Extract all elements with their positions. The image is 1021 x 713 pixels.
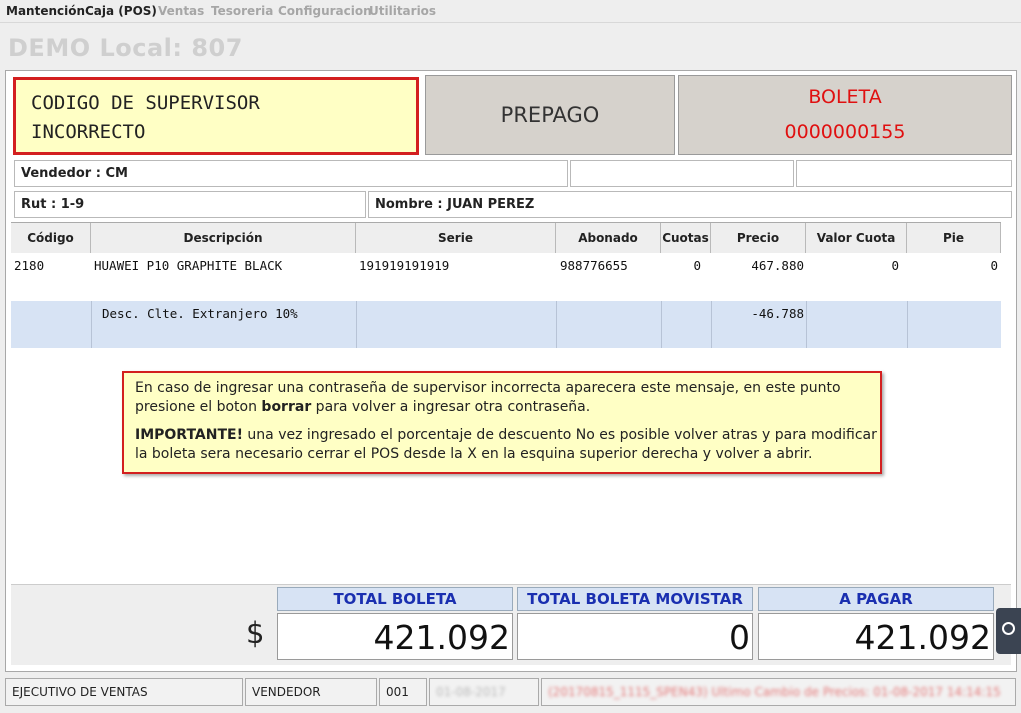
total-boleta-value: 421.092	[277, 613, 513, 660]
error-message-box: CODIGO DE SUPERVISOR INCORRECTO	[13, 77, 419, 155]
cell-pie: 0	[990, 258, 998, 273]
table-row[interactable]: Desc. Clte. Extranjero 10% -46.788	[11, 301, 1001, 348]
rut-field: Rut : 1-9	[14, 191, 366, 218]
cell-cuotas: 0	[693, 258, 701, 273]
cell-descripcion: Desc. Clte. Extranjero 10%	[92, 301, 357, 348]
boleta-label: BOLETA	[808, 86, 882, 108]
prepago-panel[interactable]: PREPAGO	[425, 75, 675, 155]
cell-abonado	[557, 301, 662, 348]
empty-field-2	[796, 160, 1012, 187]
error-line-1: CODIGO DE SUPERVISOR	[31, 92, 260, 114]
cell-abonado: 988776655	[560, 258, 628, 273]
menu-mantencion[interactable]: Mantención	[6, 4, 85, 18]
window-title: DEMO Local: 807	[8, 34, 243, 62]
currency-symbol: $	[246, 616, 265, 650]
menu-bar: Mantención Caja (POS) Ventas Tesoreria C…	[0, 0, 1021, 23]
instruction-note: En caso de ingresar una contraseña de su…	[122, 371, 882, 474]
menu-caja-pos[interactable]: Caja (POS)	[85, 4, 157, 18]
cell-precio: -46.788	[712, 301, 807, 348]
status-ejecutivo: EJECUTIVO DE VENTAS	[5, 678, 243, 706]
error-line-2: INCORRECTO	[31, 121, 146, 143]
cell-serie	[357, 301, 557, 348]
note-text: para volver a ingresar otra contraseña.	[311, 399, 591, 415]
cell-valor-cuota	[807, 301, 908, 348]
table-row[interactable]: 2180 HUAWEI P10 GRAPHITE BLACK 191919191…	[11, 253, 1001, 298]
boleta-number: 0000000155	[784, 121, 906, 143]
status-message: (20170815_1115_SPEN43) Ultimo Cambio de …	[541, 678, 1016, 706]
menu-utilitarios[interactable]: Utilitarios	[369, 4, 436, 18]
menu-ventas[interactable]: Ventas	[158, 4, 204, 18]
status-message-text: (20170815_1115_SPEN43) Ultimo Cambio de …	[548, 685, 1001, 699]
status-date-text: 01-08-2017	[436, 685, 506, 699]
cell-cuotas	[662, 301, 712, 348]
empty-field-1	[570, 160, 794, 187]
cell-serie: 191919191919	[359, 258, 450, 273]
prepago-label: PREPAGO	[500, 103, 600, 127]
total-movistar-value: 0	[517, 613, 753, 660]
note-paragraph-1: En caso de ingresar una contraseña de su…	[135, 379, 880, 417]
col-abonado[interactable]: Abonado	[556, 223, 661, 253]
cell-valor-cuota: 0	[891, 258, 899, 273]
menu-configuracion[interactable]: Configuracion	[278, 4, 372, 18]
note-paragraph-2: IMPORTANTE! una vez ingresado el porcent…	[135, 426, 880, 464]
col-pie[interactable]: Pie	[907, 223, 1001, 253]
col-valor-cuota[interactable]: Valor Cuota	[806, 223, 907, 253]
menu-tesoreria[interactable]: Tesoreria	[211, 4, 273, 18]
note-borrar-bold: borrar	[261, 399, 312, 415]
total-boleta-label: TOTAL BOLETA	[277, 587, 513, 611]
vendedor-field: Vendedor : CM	[14, 160, 568, 187]
col-descripcion[interactable]: Descripción	[91, 223, 356, 253]
cell-codigo: 2180	[14, 258, 45, 273]
cell-precio: 467.880	[751, 258, 804, 273]
status-date: 01-08-2017	[429, 678, 539, 706]
cell-descripcion: HUAWEI P10 GRAPHITE BLACK	[94, 258, 283, 273]
col-codigo[interactable]: Código	[11, 223, 91, 253]
note-importante-bold: IMPORTANTE!	[135, 427, 243, 443]
a-pagar-label: A PAGAR	[758, 587, 994, 611]
status-code: 001	[379, 678, 427, 706]
boleta-panel: BOLETA 0000000155	[678, 75, 1012, 155]
note-text: una vez ingresado el porcentaje de descu…	[135, 427, 877, 462]
table-header: Código Descripción Serie Abonado Cuotas …	[11, 222, 1001, 254]
a-pagar-value: 421.092	[758, 613, 994, 660]
nombre-field: Nombre : JUAN PEREZ	[368, 191, 1012, 218]
col-precio[interactable]: Precio	[711, 223, 806, 253]
teamviewer-icon[interactable]	[996, 608, 1021, 654]
cell-pie	[908, 301, 1001, 348]
total-movistar-label: TOTAL BOLETA MOVISTAR	[517, 587, 753, 611]
col-serie[interactable]: Serie	[356, 223, 556, 253]
cell-codigo	[11, 301, 92, 348]
col-cuotas[interactable]: Cuotas	[661, 223, 711, 253]
status-vendedor: VENDEDOR	[245, 678, 377, 706]
